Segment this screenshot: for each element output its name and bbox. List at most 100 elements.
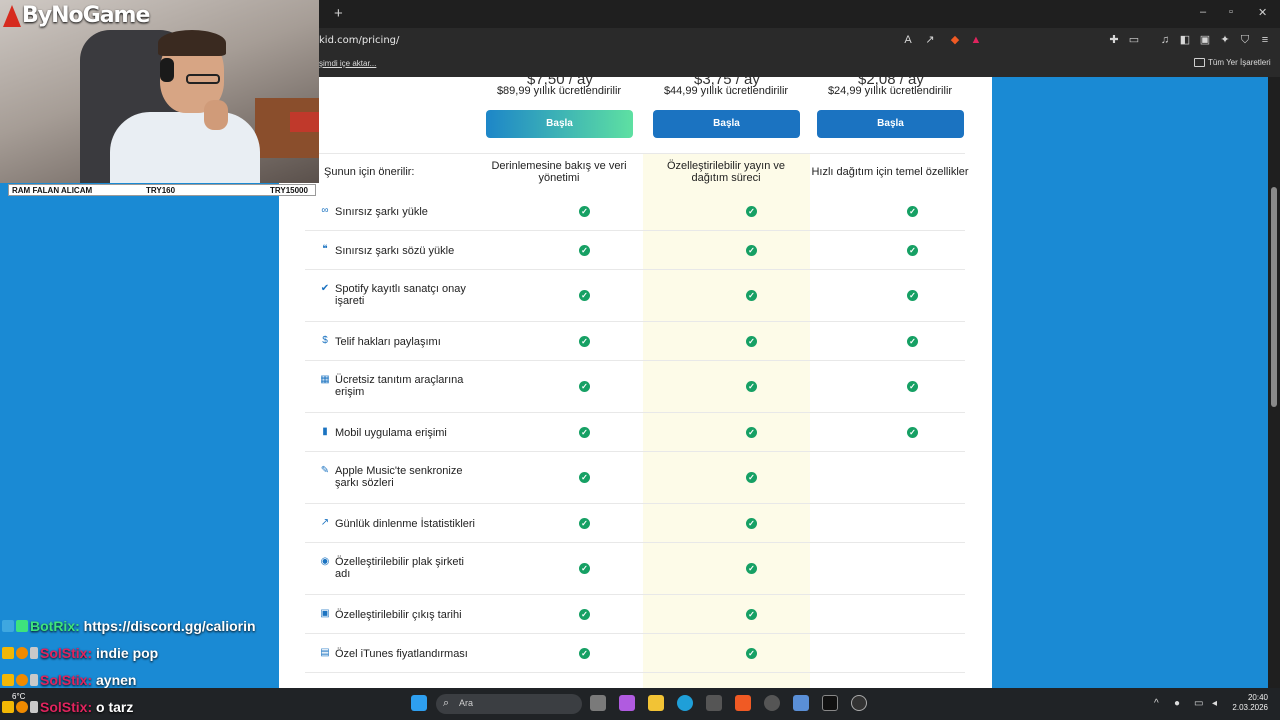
app-icon[interactable]: [793, 695, 809, 711]
feature-label: Mobil uygulama erişimi: [335, 427, 447, 439]
check-icon: ✓: [746, 335, 757, 347]
taskbar-search[interactable]: [436, 694, 582, 714]
chat-username: SolStix:: [40, 699, 93, 715]
chat-message: SolStix: indie pop: [2, 645, 158, 661]
new-tab-button[interactable]: +: [334, 5, 343, 22]
minimize-button[interactable]: –: [1200, 6, 1206, 18]
brave-shield-icon[interactable]: ◆: [948, 33, 962, 47]
grid-icon: ▦: [320, 374, 330, 385]
calendar-icon: ▣: [320, 608, 330, 619]
crown-badge-icon: [2, 701, 14, 713]
windows-taskbar: [0, 688, 1280, 720]
donation-goal-bar: RAM FALAN ALICAM TRY160 TRY15000: [8, 184, 316, 196]
plan-3-start-button[interactable]: Başla: [817, 110, 964, 138]
file-explorer-icon[interactable]: [648, 695, 664, 711]
itunes-price-icon: ▤: [320, 647, 330, 658]
goal-current: TRY160: [146, 186, 176, 195]
translate-icon[interactable]: A: [901, 33, 915, 47]
check-icon: ✓: [579, 335, 590, 347]
media-player-icon[interactable]: [851, 695, 867, 711]
check-icon: ✓: [746, 205, 757, 217]
recommended-for-label: Şunun için önerilir:: [324, 166, 415, 178]
microphone-icon[interactable]: ●: [1174, 698, 1180, 709]
chat-username: BotRix:: [30, 618, 80, 634]
check-icon: ✓: [579, 563, 590, 574]
check-icon: ✓: [579, 472, 590, 483]
extensions-icon[interactable]: ✚: [1107, 33, 1121, 47]
sub-badge-icon: [16, 674, 28, 686]
page-scrollbar[interactable]: [1268, 77, 1280, 688]
plan-1-start-button[interactable]: Başla: [486, 110, 633, 138]
bynogame-logo-icon: [3, 5, 21, 27]
infinity-icon: ∞: [321, 205, 329, 216]
app-icon[interactable]: [764, 695, 780, 711]
feature-row: ✎ Apple Music'te senkronize şarkı sözleri…: [305, 452, 965, 504]
wallet-icon[interactable]: ▣: [1198, 33, 1212, 47]
plan-3-recommended: Hızlı dağıtım için temel özellikler: [811, 166, 969, 178]
check-icon: ✓: [746, 647, 757, 659]
feature-label: Özelleştirilebilir çıkış tarihi: [335, 609, 462, 621]
chart-icon: ↗: [320, 517, 330, 528]
start-menu-icon[interactable]: [411, 695, 427, 711]
vpn-shield-icon[interactable]: ⛉: [1238, 33, 1252, 47]
chevron-up-icon[interactable]: ^: [1154, 698, 1159, 709]
brave-icon[interactable]: [735, 695, 751, 711]
microphone-icon: ✎: [320, 465, 330, 476]
feature-row: ❝ Sınırsız şarkı sözü yükle ✓ ✓ ✓: [305, 231, 965, 270]
search-icon: ⌕: [443, 697, 450, 709]
check-icon: ✓: [579, 205, 590, 217]
close-window-button[interactable]: ✕: [1258, 6, 1267, 19]
streamer-hand: [204, 100, 228, 130]
url-field[interactable]: kid.com/pricing/: [319, 35, 399, 46]
chat-username: SolStix:: [40, 645, 93, 661]
taskbar-search-placeholder: Ara: [459, 698, 474, 708]
edge-icon[interactable]: [677, 695, 693, 711]
task-view-icon[interactable]: [590, 695, 606, 711]
copilot-icon[interactable]: [619, 695, 635, 711]
feature-label: Özelleştirilebilir plak şirketi adı: [335, 556, 464, 580]
sidebar-icon[interactable]: ◧: [1178, 33, 1192, 47]
webcam-overlay: ByNoGame: [0, 0, 319, 183]
feature-row: ▣ Özelleştirilebilir çıkış tarihi ✓ ✓: [305, 595, 965, 634]
streamer-shirt: [110, 112, 260, 183]
chat-message: SolStix: o tarz: [2, 699, 133, 715]
chat-username: SolStix:: [40, 672, 93, 688]
check-icon: ✓: [579, 381, 590, 392]
volume-icon[interactable]: ◂: [1212, 698, 1217, 709]
headset-icon: [160, 58, 174, 82]
brave-rewards-icon[interactable]: ▲: [969, 33, 983, 47]
system-clock[interactable]: 20:40 2.03.2026: [1232, 693, 1268, 713]
check-icon: ✓: [746, 472, 757, 483]
check-icon: ✓: [746, 244, 757, 256]
all-bookmarks-link[interactable]: Tüm Yer İşaretleri: [1208, 58, 1271, 67]
scroll-thumb[interactable]: [1271, 187, 1277, 407]
chat-text: https://discord.gg/caliorin: [83, 618, 256, 634]
network-icon[interactable]: ▭: [1194, 698, 1203, 709]
check-icon: ✓: [579, 608, 590, 620]
bot-badge-icon: [2, 620, 14, 632]
check-icon: ✓: [907, 244, 918, 256]
chat-text: indie pop: [96, 645, 159, 661]
plan-2-start-button[interactable]: Başla: [653, 110, 800, 138]
stream-logo: ByNoGame: [22, 3, 150, 28]
reader-mode-icon[interactable]: ▭: [1127, 33, 1141, 47]
feature-label: Apple Music'te senkronize şarkı sözleri: [335, 465, 463, 489]
check-icon: ✓: [746, 608, 757, 620]
capcut-icon[interactable]: [822, 695, 838, 711]
mod-badge-icon: [30, 701, 38, 713]
check-icon: ✓: [907, 205, 918, 217]
import-bookmarks-link[interactable]: şimdi içe aktar...: [319, 59, 376, 68]
menu-icon[interactable]: ≡: [1258, 33, 1272, 47]
plan-3-billing: $24,99 yıllık ücretlendirilir: [827, 85, 953, 97]
plan-2-billing: $44,99 yıllık ücretlendirilir: [663, 85, 789, 97]
feature-label: Ücretsiz tanıtım araçlarına erişim: [335, 374, 464, 398]
leo-ai-icon[interactable]: ✦: [1218, 33, 1232, 47]
clock-time: 20:40: [1247, 693, 1268, 702]
store-icon[interactable]: [706, 695, 722, 711]
feature-row: ▤ Özel iTunes fiyatlandırması ✓ ✓: [305, 634, 965, 673]
verified-icon: ✔: [320, 283, 330, 294]
maximize-button[interactable]: ▫: [1229, 6, 1233, 18]
check-icon: ✓: [746, 517, 757, 529]
media-icon[interactable]: ♫: [1158, 33, 1172, 47]
share-icon[interactable]: ↗: [923, 33, 937, 47]
